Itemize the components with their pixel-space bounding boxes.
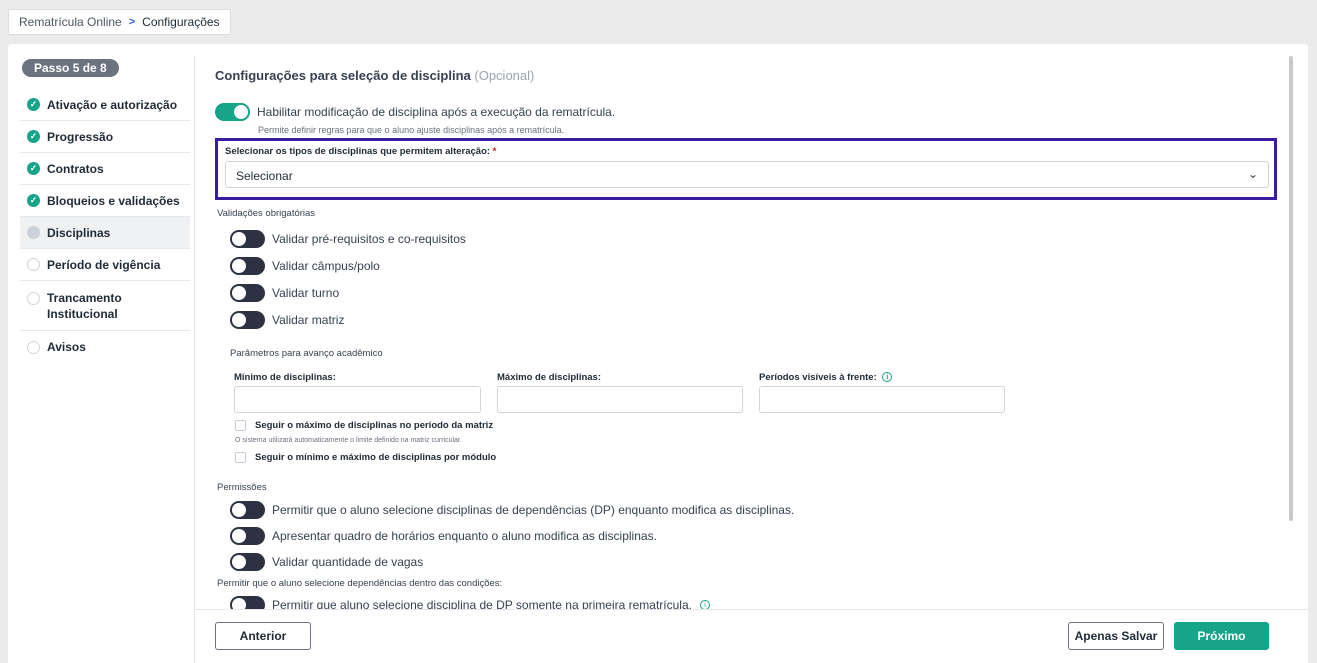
chevron-down-icon: ⌄ <box>1247 167 1258 181</box>
enable-modification-hint: Permite definir regras para que o aluno … <box>258 125 565 135</box>
allow-dp-toggle[interactable] <box>230 501 265 519</box>
enable-modification-label: Habilitar modificação de disciplina após… <box>257 105 616 119</box>
step-label: Ativação e autorização <box>47 97 178 112</box>
chevron-right-icon: > <box>128 16 136 28</box>
pending-circle-icon <box>27 340 40 354</box>
follow-max-label: Seguir o máximo de disciplinas no períod… <box>255 420 494 431</box>
step-contratos[interactable]: ✓ Contratos <box>20 153 190 185</box>
content-card: Passo 5 de 8 ✓ Ativação e autorização ✓ Pr… <box>8 44 1308 663</box>
step-label: Avisos <box>47 340 86 354</box>
discipline-types-field: Selecionar os tipos de disciplinas que p… <box>215 138 1277 200</box>
step-label: Progressão <box>47 129 114 144</box>
step-periodo-vigencia[interactable]: Período de vigência <box>20 249 190 281</box>
validation-row: Validar câmpus/polo <box>230 257 380 275</box>
check-circle-icon: ✓ <box>27 130 40 143</box>
permission-row: Apresentar quadro de horários enquanto o… <box>230 527 657 545</box>
step-label: Período de vigência <box>47 257 161 272</box>
step-disciplinas[interactable]: Disciplinas <box>20 217 190 249</box>
enable-modification-toggle[interactable] <box>215 103 250 121</box>
validation-row: Validar pré-requisitos e co-requisitos <box>230 230 466 248</box>
required-mark: * <box>492 146 497 157</box>
periods-ahead-label: Períodos visíveis à frente: i <box>759 372 893 383</box>
permission-row: Permitir que o aluno selecione disciplin… <box>230 501 794 519</box>
steps-sidebar: Passo 5 de 8 ✓ Ativação e autorização ✓ Pr… <box>8 44 194 663</box>
step-progressao[interactable]: ✓ Progressão <box>20 121 190 153</box>
footer-actions: Anterior Apenas Salvar Próximo <box>195 609 1308 663</box>
validate-matrix-toggle[interactable] <box>230 311 265 329</box>
check-circle-icon: ✓ <box>27 162 40 175</box>
follow-max-hint: O sistema utilizará automaticamente o li… <box>235 437 462 444</box>
discipline-types-value: Selecionar <box>236 169 293 183</box>
step-avisos[interactable]: Avisos <box>20 331 190 363</box>
max-disciplines-input[interactable] <box>497 386 743 413</box>
periods-ahead-input[interactable] <box>759 386 1005 413</box>
pending-circle-icon <box>27 292 40 305</box>
follow-max-checkbox[interactable] <box>235 420 246 431</box>
steps-list: ✓ Ativação e autorização ✓ Progressão ✓ Con… <box>20 89 190 363</box>
current-step-dot-icon <box>27 226 40 239</box>
validate-prerequisites-toggle[interactable] <box>230 230 265 248</box>
permissions-heading: Permissões <box>217 482 267 493</box>
divider <box>194 56 195 663</box>
breadcrumb-current: Configurações <box>142 15 220 29</box>
dependencies-heading: Permitir que o aluno selecione dependênc… <box>217 578 503 589</box>
step-label: Bloqueios e validações <box>47 193 180 208</box>
discipline-types-label-text: Selecionar os tipos de disciplinas que p… <box>225 146 491 157</box>
validations-heading: Validações obrigatórias <box>217 208 316 219</box>
permission-label: Permitir que o aluno selecione disciplin… <box>272 503 795 517</box>
validate-shift-toggle[interactable] <box>230 284 265 302</box>
section-title: Configurações para seleção de disciplina… <box>215 68 534 83</box>
previous-button[interactable]: Anterior <box>215 622 311 650</box>
section-title-text: Configurações para seleção de disciplina <box>215 68 471 83</box>
scrollbar[interactable] <box>1289 56 1293 521</box>
check-circle-icon: ✓ <box>27 194 40 207</box>
validation-label: Validar câmpus/polo <box>272 259 380 273</box>
step-badge: Passo 5 de 8 <box>22 59 119 77</box>
permission-row: Validar quantidade de vagas <box>230 553 423 571</box>
breadcrumb-link[interactable]: Rematrícula Online <box>19 15 122 29</box>
min-max-module-checkbox[interactable] <box>235 452 246 463</box>
validate-campus-toggle[interactable] <box>230 257 265 275</box>
section-title-optional: (Opcional) <box>474 68 535 83</box>
validation-label: Validar pré-requisitos e co-requisitos <box>272 232 466 246</box>
min-disciplines-label: Mínimo de disciplinas: <box>234 372 336 383</box>
params-heading: Parâmetros para avanço acadêmico <box>230 348 383 359</box>
show-schedule-toggle[interactable] <box>230 527 265 545</box>
min-max-module-check-row: Seguir o mínimo e máximo de disciplinas … <box>235 452 496 463</box>
save-only-button[interactable]: Apenas Salvar <box>1068 622 1164 650</box>
info-icon[interactable]: i <box>882 372 893 383</box>
step-label: Trancamento Institucional <box>47 291 122 321</box>
pending-circle-icon <box>27 258 40 271</box>
follow-max-check-row: Seguir o máximo de disciplinas no períod… <box>235 420 493 431</box>
validation-label: Validar turno <box>272 286 340 300</box>
permission-label: Apresentar quadro de horários enquanto o… <box>272 529 657 543</box>
breadcrumb: Rematrícula Online > Configurações <box>8 9 231 35</box>
step-trancamento[interactable]: Trancamento Institucional <box>20 281 190 331</box>
permission-label: Validar quantidade de vagas <box>272 555 424 569</box>
periods-ahead-label-text: Períodos visíveis à frente: <box>759 372 877 383</box>
step-ativacao[interactable]: ✓ Ativação e autorização <box>20 89 190 121</box>
check-circle-icon: ✓ <box>27 98 40 111</box>
max-disciplines-label: Máximo de disciplinas: <box>497 372 601 383</box>
validate-vacancies-toggle[interactable] <box>230 553 265 571</box>
step-label: Disciplinas <box>47 225 111 240</box>
next-button[interactable]: Próximo <box>1174 622 1269 650</box>
step-bloqueios[interactable]: ✓ Bloqueios e validações <box>20 185 190 217</box>
discipline-types-select[interactable]: Selecionar ⌄ <box>225 161 1269 188</box>
min-max-module-label: Seguir o mínimo e máximo de disciplinas … <box>255 452 497 463</box>
enable-modification-row: Habilitar modificação de disciplina após… <box>215 103 615 121</box>
validation-row: Validar matriz <box>230 311 344 329</box>
validation-row: Validar turno <box>230 284 339 302</box>
discipline-types-label: Selecionar os tipos de disciplinas que p… <box>225 146 496 157</box>
min-disciplines-input[interactable] <box>234 386 481 413</box>
validation-label: Validar matriz <box>272 313 345 327</box>
step-label: Contratos <box>47 161 104 176</box>
